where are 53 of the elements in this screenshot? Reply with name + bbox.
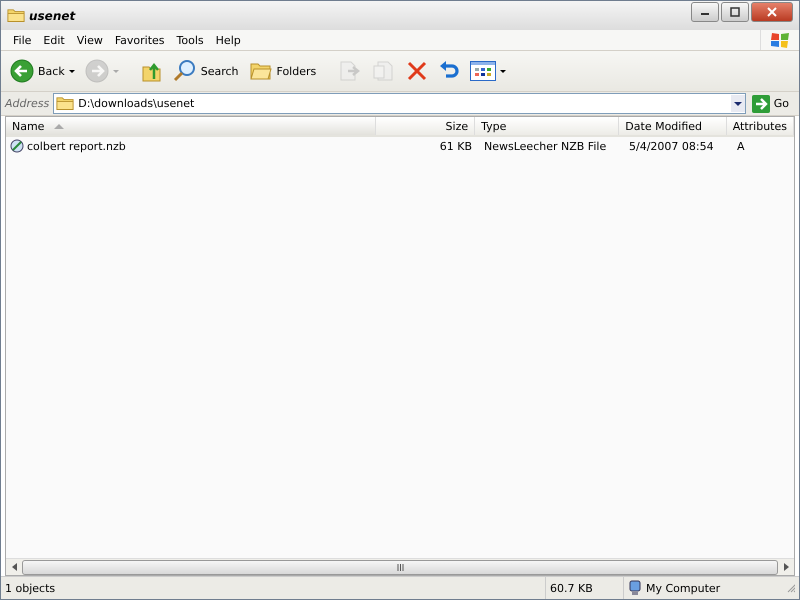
address-field[interactable]: D:\downloads\usenet bbox=[78, 97, 727, 110]
status-size: 60.7 KB bbox=[550, 582, 593, 594]
table-cell: NewsLeecher NZB File bbox=[484, 140, 606, 152]
go-arrow-icon bbox=[754, 96, 768, 110]
window-title: usenet bbox=[29, 8, 76, 22]
scroll-left-icon[interactable] bbox=[12, 563, 16, 571]
folder-icon bbox=[7, 8, 25, 23]
column-header[interactable]: Attributes bbox=[726, 117, 794, 135]
resize-grip-icon[interactable] bbox=[787, 583, 795, 593]
address-label: Address bbox=[5, 97, 50, 110]
file-row[interactable]: colbert report.nzb 61 KB NewsLeecher NZB File 5/4/2007 08:54 A bbox=[6, 137, 794, 155]
dropdown-arrow-icon bbox=[112, 70, 119, 76]
search-button[interactable]: Search bbox=[170, 57, 242, 85]
horizontal-scrollbar[interactable] bbox=[6, 558, 794, 575]
dropdown-arrow-icon bbox=[500, 70, 506, 76]
minimize-button[interactable] bbox=[691, 2, 719, 22]
scroll-right-icon[interactable] bbox=[784, 563, 788, 571]
address-combo-box[interactable]: D:\downloads\usenet bbox=[53, 93, 746, 114]
table-cell: 61 KB bbox=[440, 140, 472, 152]
column-header[interactable]: Date Modified bbox=[619, 117, 727, 135]
close-icon bbox=[767, 7, 777, 17]
sort-arrow-icon bbox=[54, 124, 64, 128]
status-zone: My Computer bbox=[646, 582, 720, 594]
dropdown-arrow-icon bbox=[68, 70, 75, 76]
search-icon bbox=[172, 59, 197, 83]
menu-item[interactable]: Edit bbox=[37, 32, 71, 48]
column-header[interactable]: Name bbox=[6, 117, 376, 135]
file-icon bbox=[9, 138, 25, 154]
column-header[interactable]: Type bbox=[475, 117, 620, 135]
menu-item[interactable]: File bbox=[7, 32, 38, 48]
computer-icon bbox=[628, 580, 642, 596]
status-text: 1 objects bbox=[5, 582, 56, 594]
move-to-icon bbox=[338, 60, 362, 82]
folder-icon bbox=[56, 96, 74, 111]
delete-icon bbox=[406, 60, 428, 82]
table-cell: 5/4/2007 08:54 bbox=[629, 140, 714, 152]
menu-item[interactable]: View bbox=[70, 32, 109, 48]
close-button[interactable] bbox=[751, 2, 793, 22]
file-name: colbert report.nzb bbox=[27, 140, 126, 152]
grip-icon bbox=[396, 564, 404, 570]
maximize-button[interactable] bbox=[721, 2, 749, 22]
scrollbar-thumb[interactable] bbox=[22, 560, 778, 574]
menu-item[interactable]: Favorites bbox=[108, 32, 171, 48]
maximize-icon bbox=[730, 7, 740, 17]
back-button[interactable]: Back bbox=[7, 57, 78, 85]
folders-button[interactable]: Folders bbox=[246, 58, 320, 84]
views-icon bbox=[470, 61, 496, 81]
go-button[interactable]: Go bbox=[750, 94, 795, 112]
menu-item[interactable]: Help bbox=[210, 32, 247, 48]
column-header[interactable]: Size bbox=[376, 117, 476, 135]
menu-item[interactable]: Tools bbox=[170, 32, 210, 48]
table-cell: A bbox=[737, 140, 745, 152]
windows-logo-icon bbox=[770, 31, 790, 49]
